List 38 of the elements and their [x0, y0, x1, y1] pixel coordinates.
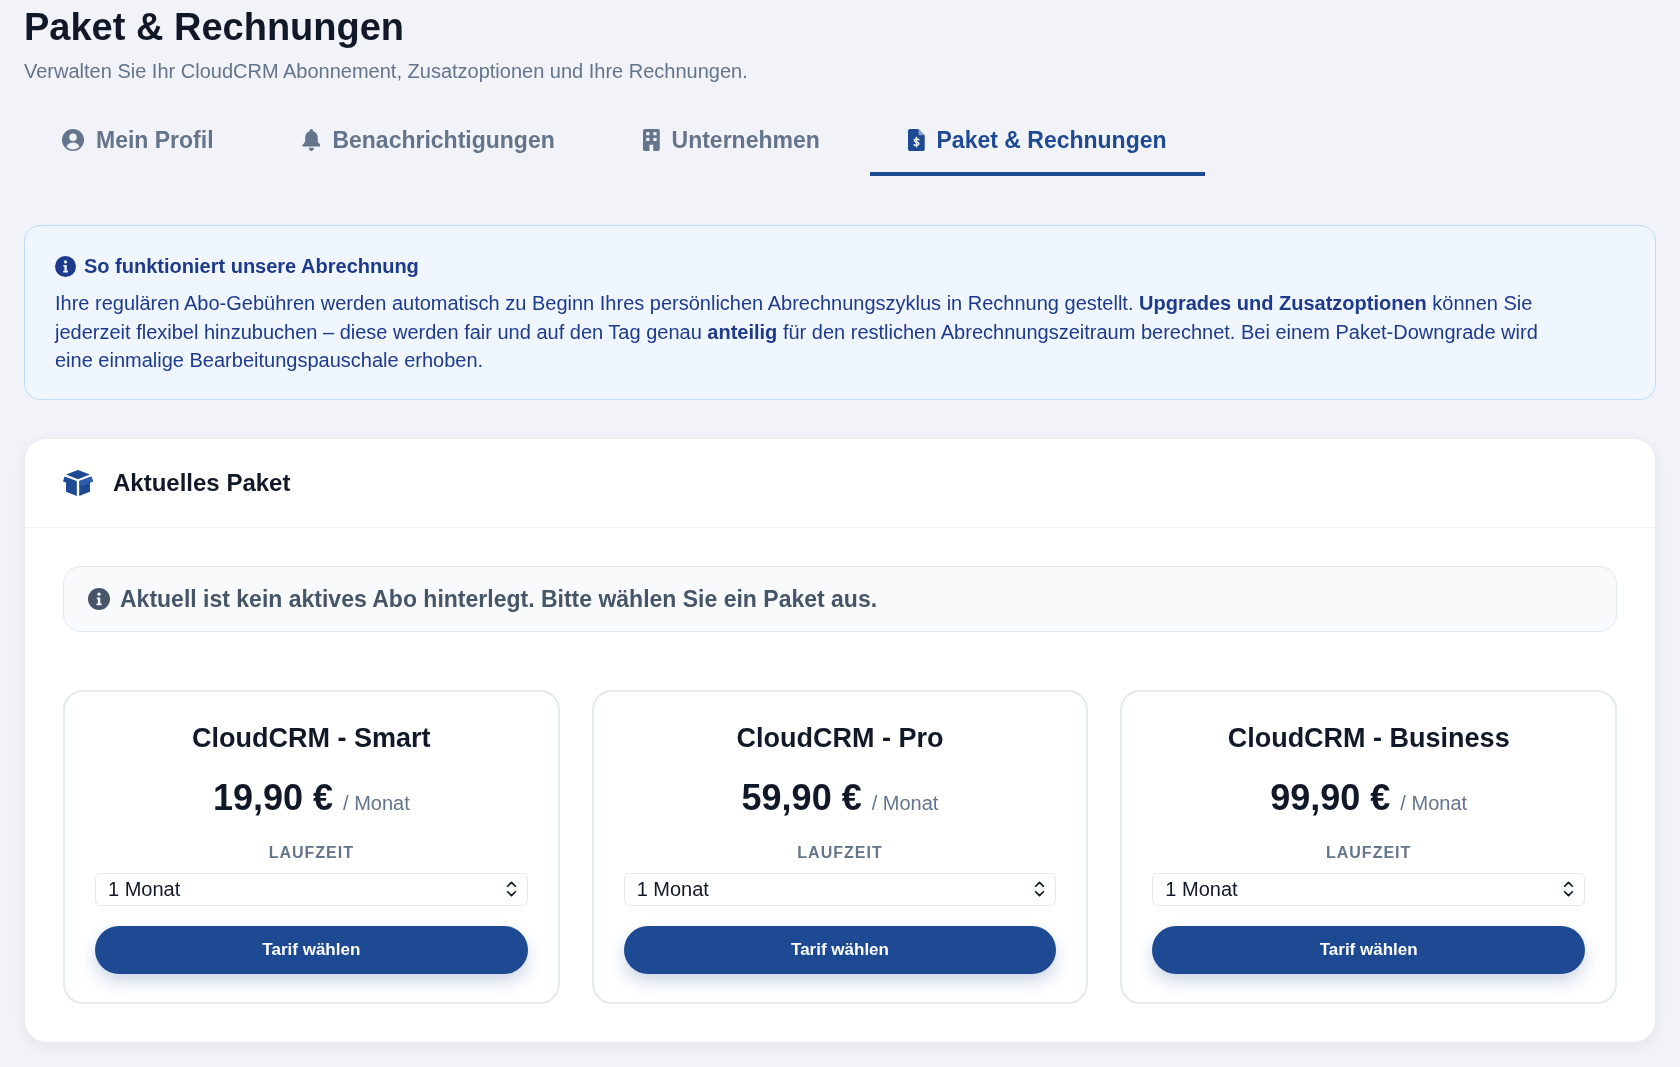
tab[interactable]: Paket & Rechnungen — [869, 108, 1205, 176]
price-period: / Monat — [343, 790, 410, 815]
choose-plan-button[interactable]: Tarif wählen — [1152, 925, 1585, 974]
info-icon — [55, 255, 76, 277]
chevron-up-down-icon — [505, 880, 517, 898]
term-label: LAUFZEIT — [797, 842, 883, 863]
term-select[interactable]: 1 Monat — [623, 872, 1057, 906]
chevron-up-down-icon — [1034, 880, 1046, 898]
term-label: LAUFZEIT — [1326, 842, 1412, 863]
term-label: LAUFZEIT — [268, 842, 354, 863]
plan-price: 19,90 € — [212, 775, 334, 820]
page-subtitle: Verwalten Sie Ihr CloudCRM Abonnement, Zusatzoptionen und Ihre Rechnungen. — [24, 59, 748, 83]
term-select[interactable]: 1 Monat — [1152, 872, 1585, 906]
term-select[interactable]: 1 Monat — [95, 872, 528, 906]
plan-name: CloudCRM - Smart — [192, 721, 431, 755]
choose-plan-button[interactable]: Tarif wählen — [95, 925, 528, 974]
price-period: / Monat — [871, 790, 939, 815]
building-icon — [642, 129, 660, 151]
box-icon — [63, 469, 93, 496]
document-icon — [907, 129, 925, 151]
bell-icon — [301, 129, 321, 151]
plan-price: 59,90 € — [741, 775, 862, 820]
choose-plan-button[interactable]: Tarif wählen — [623, 925, 1057, 974]
chevron-up-down-icon — [1563, 880, 1574, 898]
info-title: So funktioniert unsere Abrechnung — [84, 254, 419, 279]
plan-name: CloudCRM - Business — [1227, 721, 1510, 755]
page-title: Paket & Rechnungen — [24, 5, 405, 50]
price-period: / Monat — [1400, 790, 1468, 815]
tab[interactable]: Benachrichtigungen — [263, 108, 593, 176]
info-icon — [88, 587, 110, 610]
user-icon — [62, 129, 84, 151]
panel-title: Aktuelles Paket — [113, 467, 291, 498]
tab[interactable]: Unternehmen — [604, 108, 858, 176]
plan-name: CloudCRM - Pro — [736, 721, 944, 755]
info-text: Ihre regulären Abo-Gebühren werden automatisch zu Beginn Ihres persönlichen Abrechnungszyklus in Rechnung gestellt. Upgrades und Zusatzoptionen können Sie jederzeit flexibel hinzubuchen – diese werden fair und auf den Tag genau anteilig für den restlichen Abrechnungszeitraum berechnet. Bei einem Paket-Downgrade wird eine einmalige Bearbeitungspauschale erhoben. — [55, 291, 1539, 373]
notice-text: Aktuell ist kein aktives Abo hinterlegt. Bitte wählen Sie ein Paket aus. — [120, 584, 878, 614]
tab[interactable]: Mein Profil — [24, 108, 252, 176]
plan-price: 99,90 € — [1270, 775, 1391, 820]
